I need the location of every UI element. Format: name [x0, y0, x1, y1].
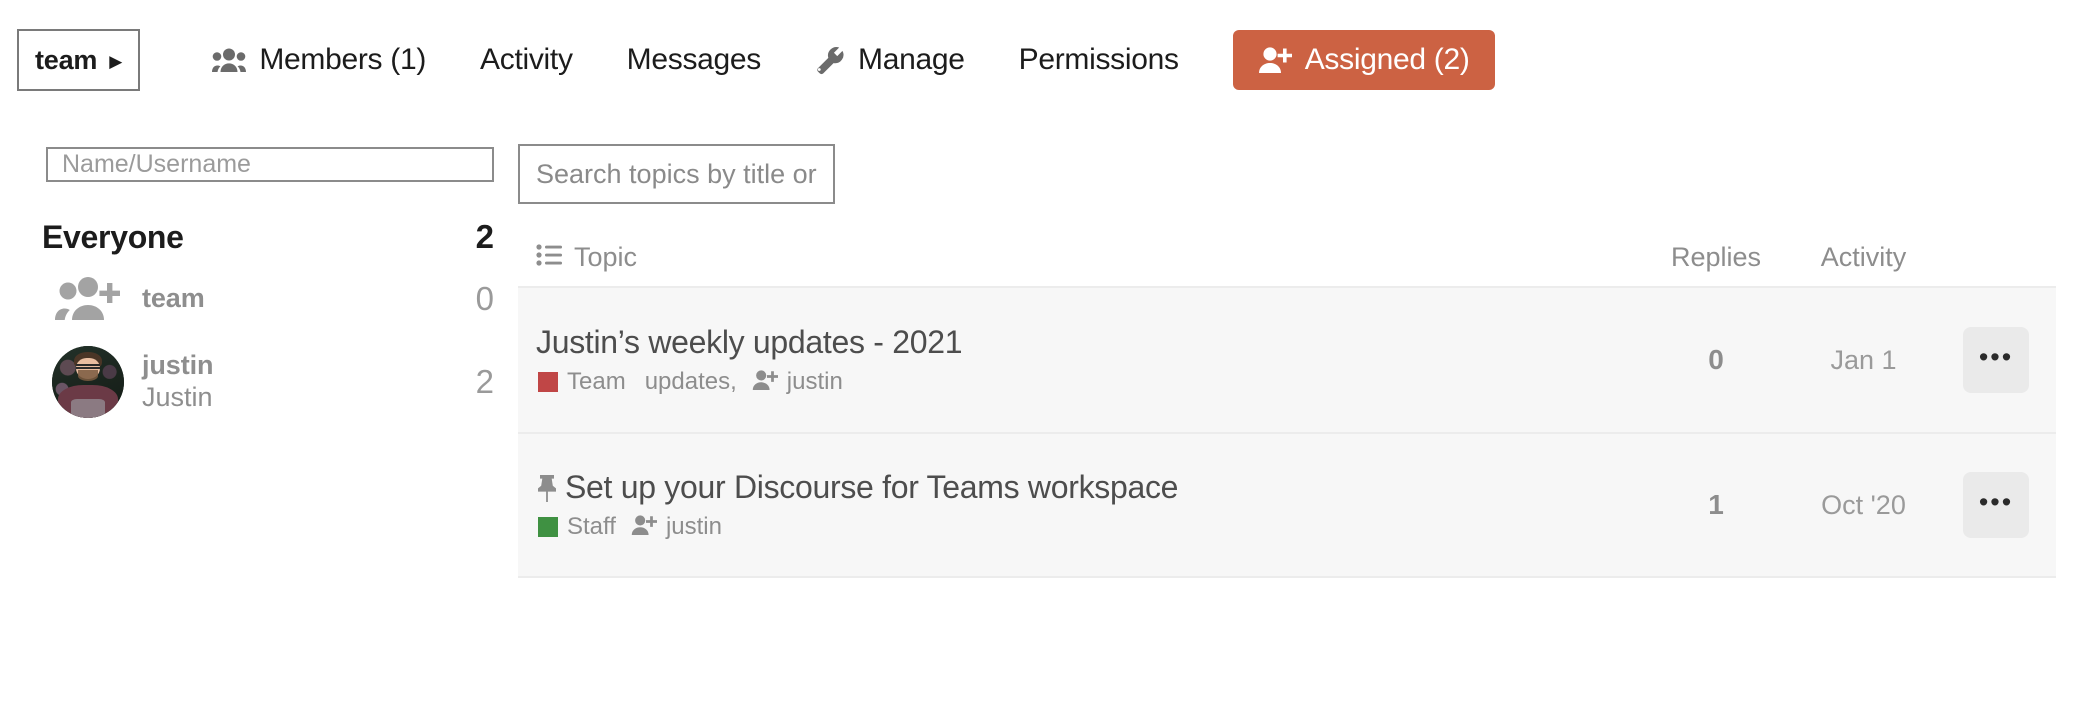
topic-tag[interactable]: updates,	[645, 368, 737, 396]
category-badge[interactable]: Team	[538, 368, 626, 396]
user-photo-avatar	[52, 346, 124, 418]
assignee-name: justin	[665, 513, 722, 540]
assigned-topics-page: team ▶ Members (1) Activity Messages Man…	[0, 0, 2084, 712]
member-count: 2	[475, 363, 494, 400]
row-actions: •••	[1936, 472, 2056, 538]
user-plus-icon	[631, 514, 657, 541]
topic-title-link[interactable]: Justin’s weekly updates - 2021	[536, 324, 963, 361]
sidebar-item-everyone[interactable]: Everyone 2	[42, 218, 494, 256]
nav-item-messages[interactable]: Messages	[600, 43, 788, 77]
column-header-topic[interactable]: Topic	[536, 242, 1641, 273]
topic-assignee[interactable]: justin	[752, 368, 843, 396]
nav-items: Members (1) Activity Messages Manage Per…	[185, 30, 1495, 90]
column-header-activity[interactable]: Activity	[1791, 242, 1936, 273]
category-name: Team	[567, 368, 626, 395]
members-sidebar: Everyone 2 team 0	[0, 120, 500, 712]
topics-panel: Topic Replies Activity Justin’s weekly u…	[500, 120, 2084, 712]
category-color-swatch	[538, 517, 558, 537]
row-actions: •••	[1936, 327, 2056, 393]
users-group-icon	[212, 47, 247, 73]
member-username: team	[142, 283, 205, 314]
nav-item-manage[interactable]: Manage	[788, 43, 992, 77]
nav-item-label: Activity	[480, 43, 573, 76]
ellipsis-icon: •••	[1978, 486, 2014, 517]
sidebar-item-justin[interactable]: justin Justin 2	[42, 342, 494, 422]
team-switcher-label: team	[35, 44, 98, 75]
member-username: justin	[142, 350, 214, 381]
topic-options-button[interactable]: •••	[1963, 327, 2029, 393]
replies-count: 0	[1708, 344, 1724, 375]
category-badge[interactable]: Staff	[538, 513, 616, 541]
nav-item-label: Permissions	[1018, 43, 1179, 76]
topic-title-link[interactable]: Set up your Discourse for Teams workspac…	[565, 469, 1178, 506]
member-count: 0	[475, 280, 494, 317]
team-switcher-button[interactable]: team ▶	[17, 29, 141, 91]
ellipsis-icon: •••	[1978, 341, 2014, 372]
replies-count: 1	[1708, 489, 1724, 520]
category-color-swatch	[538, 372, 558, 392]
table-header-row: Topic Replies Activity	[518, 228, 2056, 286]
nav-item-activity[interactable]: Activity	[453, 43, 600, 77]
column-header-topic-label: Topic	[574, 241, 638, 272]
member-names: justin Justin	[134, 350, 434, 414]
column-header-replies[interactable]: Replies	[1641, 242, 1791, 273]
nav-item-assigned[interactable]: Assigned (2)	[1232, 30, 1495, 90]
list-icon	[536, 242, 562, 273]
member-names: team	[134, 283, 434, 315]
nav-item-label: Members (1)	[259, 43, 427, 76]
nav-item-label: Assigned (2)	[1304, 43, 1470, 76]
topic-cell: Justin’s weekly updates - 2021 Team upda…	[536, 324, 1641, 396]
member-filter-input[interactable]	[46, 147, 494, 182]
category-name: Staff	[567, 513, 616, 540]
sidebar-item-team[interactable]: team 0	[42, 268, 494, 330]
nav-item-label: Messages	[626, 43, 762, 76]
everyone-label: Everyone	[42, 218, 184, 255]
topic-assignee[interactable]: justin	[631, 513, 722, 541]
page-content: Everyone 2 team 0	[0, 120, 2084, 712]
topic-title-line: Set up your Discourse for Teams workspac…	[536, 469, 1641, 506]
activity-date: Jan 1	[1830, 344, 1897, 375]
topic-cell: Set up your Discourse for Teams workspac…	[536, 469, 1641, 541]
topic-list-table: Topic Replies Activity Justin’s weekly u…	[518, 228, 2056, 578]
topic-meta: Team updates, justin	[536, 368, 1641, 396]
nav-item-members[interactable]: Members (1)	[185, 43, 453, 77]
activity-date: Oct '20	[1821, 489, 1906, 520]
everyone-count: 2	[475, 218, 494, 255]
topic-search-input[interactable]	[518, 144, 835, 204]
topic-meta: Staff justin	[536, 513, 1641, 541]
group-plus-icon	[42, 277, 134, 321]
user-plus-icon	[1258, 46, 1292, 74]
assignee-name: justin	[786, 368, 843, 395]
user-plus-icon	[752, 369, 778, 396]
table-row[interactable]: Justin’s weekly updates - 2021 Team upda…	[518, 286, 2056, 432]
topic-title-line: Justin’s weekly updates - 2021	[536, 324, 1641, 361]
pin-icon	[536, 473, 558, 503]
top-navigation: team ▶ Members (1) Activity Messages Man…	[0, 0, 2084, 120]
avatar	[42, 346, 134, 418]
table-row[interactable]: Set up your Discourse for Teams workspac…	[518, 432, 2056, 578]
member-fullname: Justin	[142, 382, 213, 412]
nav-item-permissions[interactable]: Permissions	[992, 43, 1206, 77]
wrench-icon	[815, 45, 845, 75]
nav-item-label: Manage	[858, 43, 965, 76]
chevron-right-icon: ▶	[109, 51, 123, 71]
topic-options-button[interactable]: •••	[1963, 472, 2029, 538]
